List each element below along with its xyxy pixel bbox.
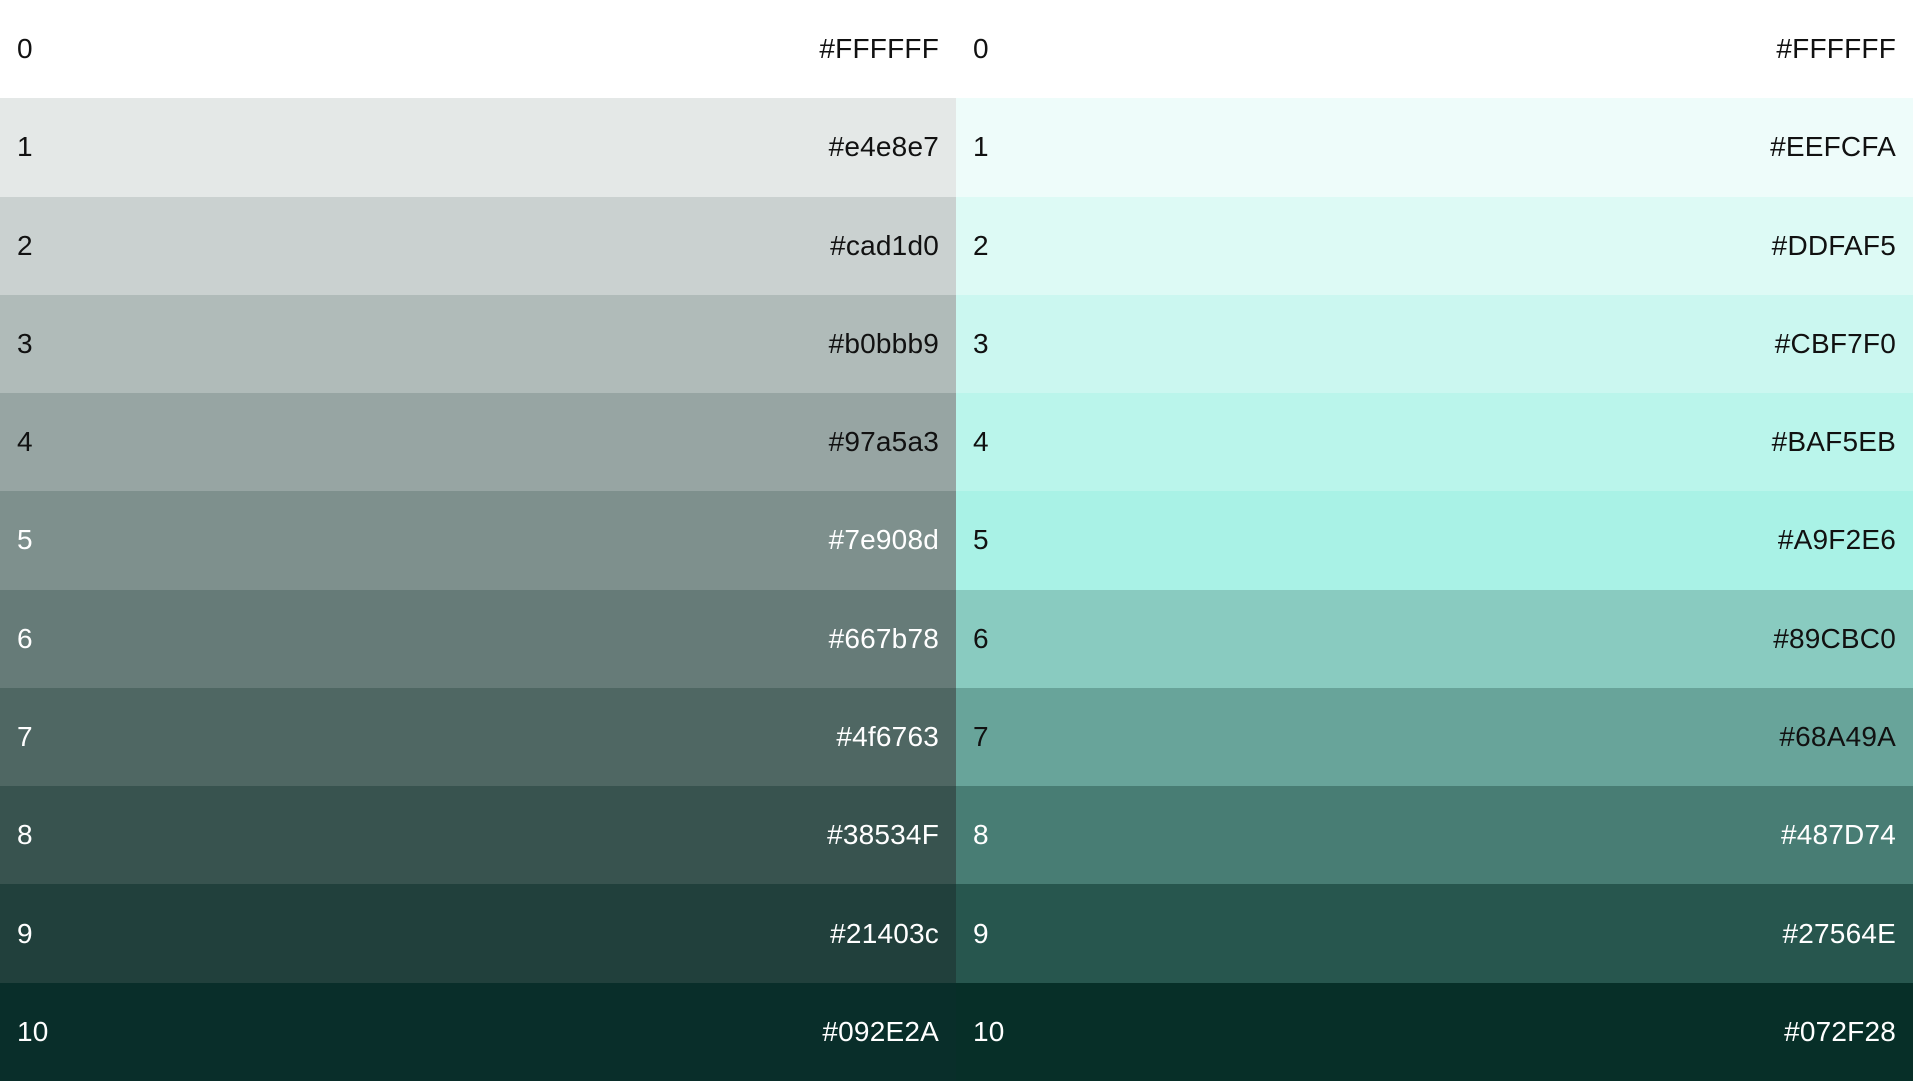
color-swatch-row: 8 #487D74 bbox=[956, 786, 1913, 885]
swatch-hex-code: #072F28 bbox=[1784, 1015, 1896, 1047]
swatch-step-label: 6 bbox=[973, 622, 989, 654]
swatch-step-label: 2 bbox=[973, 229, 989, 261]
swatch-step-label: 5 bbox=[973, 524, 989, 556]
color-swatch-row: 8 #38534F bbox=[0, 786, 956, 885]
swatch-step-label: 8 bbox=[17, 819, 33, 851]
swatch-hex-code: #21403c bbox=[830, 917, 939, 949]
color-swatch-row: 4 #BAF5EB bbox=[956, 393, 1913, 492]
swatch-hex-code: #DDFAF5 bbox=[1771, 229, 1896, 261]
color-swatch-row: 0 #FFFFFF bbox=[0, 0, 956, 99]
swatch-hex-code: #FFFFFF bbox=[819, 33, 939, 65]
swatch-hex-code: #4f6763 bbox=[836, 720, 939, 752]
color-swatch-row: 1 #EEFCFA bbox=[956, 98, 1913, 197]
swatch-hex-code: #EEFCFA bbox=[1770, 131, 1896, 163]
swatch-step-label: 1 bbox=[17, 131, 33, 163]
color-swatch-row: 7 #68A49A bbox=[956, 687, 1913, 787]
swatch-hex-code: #cad1d0 bbox=[830, 229, 939, 261]
swatch-step-label: 6 bbox=[17, 622, 33, 654]
color-swatch-row: 2 #DDFAF5 bbox=[956, 196, 1913, 295]
teal-palette-column: 0 #FFFFFF 1 #EEFCFA 2 #DDFAF5 3 #CBF7F0 4 #BAF5EB… bbox=[956, 0, 1913, 1081]
color-swatch-row: 0 #FFFFFF bbox=[956, 0, 1913, 99]
swatch-step-label: 0 bbox=[973, 33, 989, 65]
swatch-step-label: 7 bbox=[973, 720, 989, 752]
color-swatch-row: 10 #072F28 bbox=[956, 982, 1913, 1081]
swatch-step-label: 9 bbox=[17, 917, 33, 949]
neutral-palette-column: 0 #FFFFFF 1 #e4e8e7 2 #cad1d0 3 #b0bbb9 4 #97a5a3… bbox=[0, 0, 956, 1081]
color-swatch-row: 7 #4f6763 bbox=[0, 687, 956, 787]
color-swatch-row: 1 #e4e8e7 bbox=[0, 98, 956, 197]
swatch-hex-code: #e4e8e7 bbox=[828, 131, 939, 163]
swatch-hex-code: #68A49A bbox=[1779, 720, 1896, 752]
color-swatch-row: 6 #667b78 bbox=[0, 589, 956, 688]
swatch-hex-code: #89CBC0 bbox=[1773, 622, 1896, 654]
swatch-hex-code: #b0bbb9 bbox=[828, 327, 939, 359]
swatch-step-label: 8 bbox=[973, 819, 989, 851]
swatch-step-label: 10 bbox=[973, 1015, 1005, 1047]
swatch-step-label: 10 bbox=[17, 1015, 49, 1047]
swatch-hex-code: #A9F2E6 bbox=[1777, 524, 1896, 556]
color-swatch-row: 10 #092E2A bbox=[0, 982, 956, 1081]
swatch-hex-code: #27564E bbox=[1782, 917, 1896, 949]
swatch-hex-code: #092E2A bbox=[822, 1015, 939, 1047]
color-swatch-row: 4 #97a5a3 bbox=[0, 393, 956, 492]
color-swatch-row: 2 #cad1d0 bbox=[0, 196, 956, 295]
color-swatch-row: 6 #89CBC0 bbox=[956, 589, 1913, 688]
swatch-step-label: 4 bbox=[17, 426, 33, 458]
color-swatch-row: 5 #A9F2E6 bbox=[956, 491, 1913, 590]
color-swatch-row: 9 #21403c bbox=[0, 884, 956, 983]
color-palette: 0 #FFFFFF 1 #e4e8e7 2 #cad1d0 3 #b0bbb9 4 #97a5a3… bbox=[0, 0, 1913, 1081]
swatch-hex-code: #667b78 bbox=[828, 622, 939, 654]
swatch-hex-code: #7e908d bbox=[828, 524, 939, 556]
color-swatch-row: 9 #27564E bbox=[956, 884, 1913, 983]
swatch-step-label: 1 bbox=[973, 131, 989, 163]
swatch-step-label: 3 bbox=[17, 327, 33, 359]
swatch-step-label: 0 bbox=[17, 33, 33, 65]
color-swatch-row: 3 #CBF7F0 bbox=[956, 294, 1913, 394]
swatch-step-label: 2 bbox=[17, 229, 33, 261]
swatch-step-label: 3 bbox=[973, 327, 989, 359]
swatch-step-label: 9 bbox=[973, 917, 989, 949]
swatch-hex-code: #487D74 bbox=[1780, 819, 1896, 851]
swatch-hex-code: #CBF7F0 bbox=[1774, 327, 1896, 359]
swatch-step-label: 7 bbox=[17, 720, 33, 752]
swatch-step-label: 4 bbox=[973, 426, 989, 458]
color-swatch-row: 5 #7e908d bbox=[0, 491, 956, 590]
swatch-step-label: 5 bbox=[17, 524, 33, 556]
color-swatch-row: 3 #b0bbb9 bbox=[0, 294, 956, 394]
swatch-hex-code: #BAF5EB bbox=[1771, 426, 1896, 458]
swatch-hex-code: #FFFFFF bbox=[1776, 33, 1896, 65]
swatch-hex-code: #38534F bbox=[827, 819, 939, 851]
swatch-hex-code: #97a5a3 bbox=[828, 426, 939, 458]
